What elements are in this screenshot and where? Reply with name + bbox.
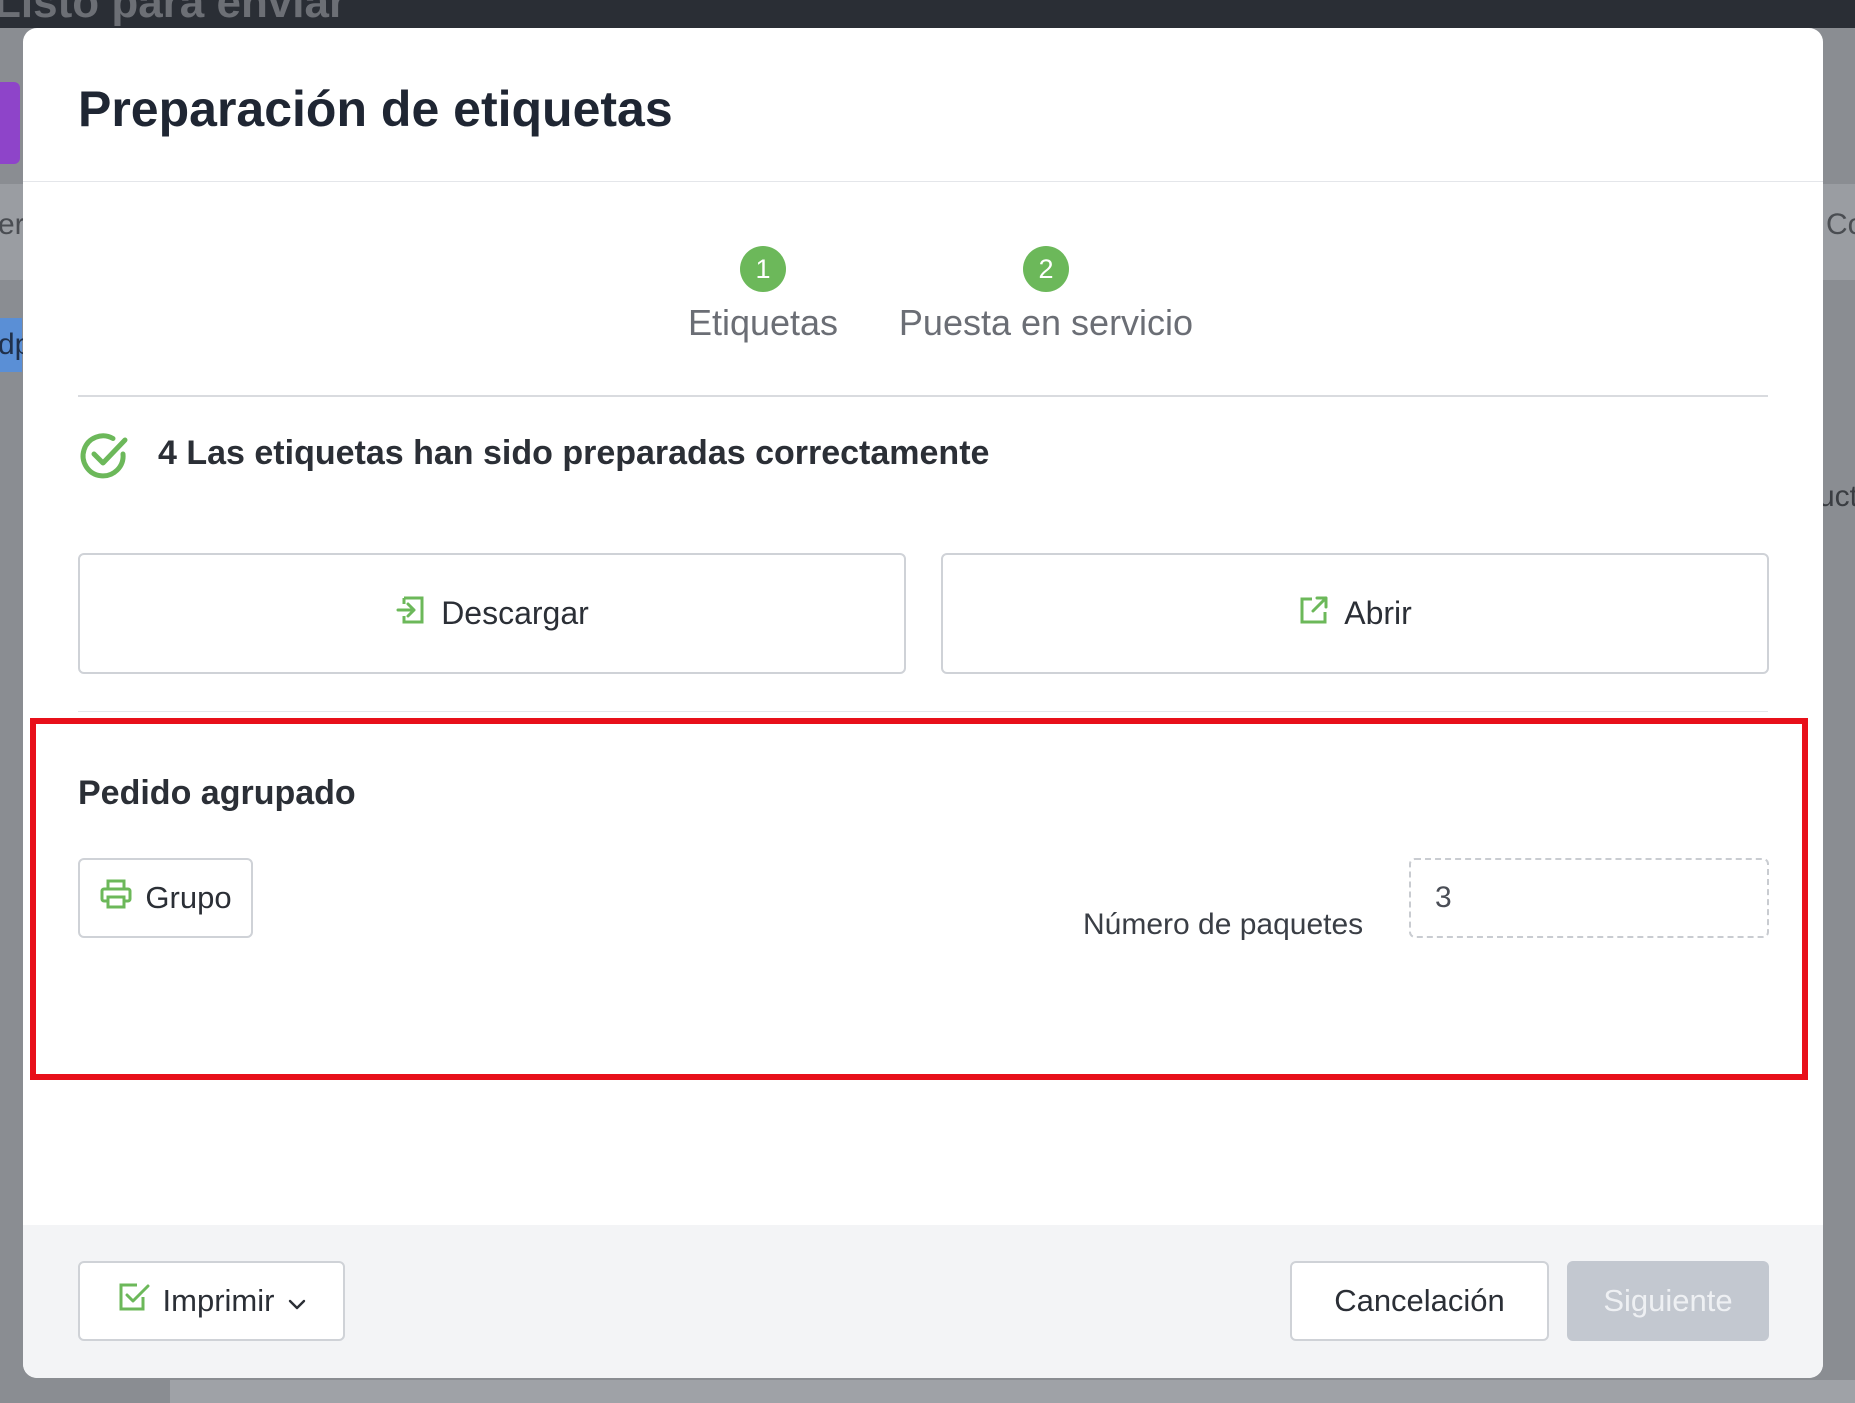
modal-header: Preparación de etiquetas <box>23 28 1823 182</box>
background-topbar: Listo para enviar <box>0 0 1855 28</box>
background-left-strip: er <box>0 184 25 280</box>
background-bottom-bar <box>170 1380 1855 1403</box>
packages-input[interactable] <box>1409 858 1769 938</box>
background-left-text: er <box>0 208 25 241</box>
step-label: Etiquetas <box>687 302 839 343</box>
background-purple-tab <box>0 82 20 164</box>
grouped-order-title: Pedido agrupado <box>78 774 356 812</box>
background-page-title: Listo para enviar <box>0 0 347 27</box>
background-blue-chip: dp <box>0 318 31 372</box>
check-circle-icon <box>77 428 133 484</box>
external-link-icon <box>1298 594 1344 634</box>
stepper-divider <box>78 395 1768 397</box>
next-button[interactable]: Siguiente <box>1567 1261 1769 1341</box>
print-dropdown-button[interactable]: Imprimir <box>78 1261 345 1341</box>
open-button[interactable]: Abrir <box>941 553 1769 674</box>
modal-footer: Imprimir Cancelación Siguiente <box>23 1225 1823 1378</box>
download-icon <box>395 594 441 634</box>
download-button-label: Descargar <box>441 595 589 631</box>
print-button-label: Imprimir <box>162 1283 275 1318</box>
step-labels: 1 Etiquetas <box>663 246 863 344</box>
packages-label: Número de paquetes <box>1083 908 1364 941</box>
label-preparation-modal: Preparación de etiquetas 1 Etiquetas 2 P… <box>23 28 1823 1378</box>
success-message: 4 Las etiquetas han sido preparadas corr… <box>158 434 990 472</box>
printer-icon <box>99 878 145 918</box>
step-commissioning: 2 Puesta en servicio <box>881 246 1211 344</box>
cancel-button[interactable]: Cancelación <box>1290 1261 1549 1341</box>
checkbox-checked-icon <box>117 1280 151 1322</box>
step-label: Puesta en servicio <box>898 302 1194 343</box>
modal-title: Preparación de etiquetas <box>78 81 673 137</box>
background-right-strip: Co <box>1822 184 1855 280</box>
download-button[interactable]: Descargar <box>78 553 906 674</box>
group-button-label: Grupo <box>145 880 232 915</box>
step-number: 1 <box>740 246 786 292</box>
background-right-text: Co <box>1826 208 1855 241</box>
chevron-down-icon <box>288 1283 306 1319</box>
section-divider <box>78 711 1768 712</box>
open-button-label: Abrir <box>1344 595 1412 631</box>
background-right-text-2: uct <box>1818 480 1855 513</box>
step-number: 2 <box>1023 246 1069 292</box>
group-button[interactable]: Grupo <box>78 858 253 938</box>
